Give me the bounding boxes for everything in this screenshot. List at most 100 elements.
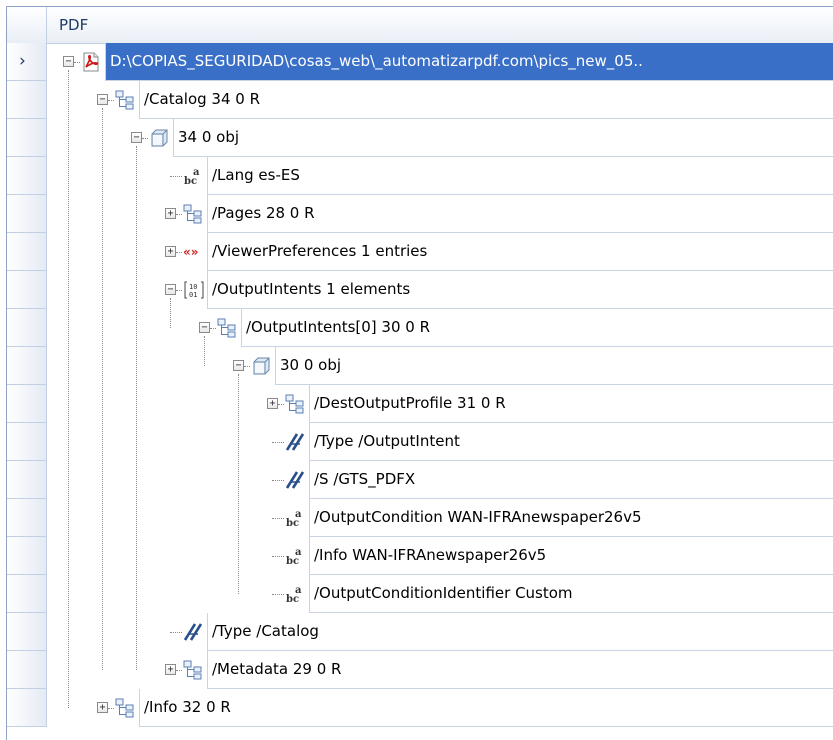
tree-row[interactable]: /Type /Catalog xyxy=(7,613,833,651)
tree-row[interactable]: − /Catalog 34 0 R xyxy=(7,81,833,119)
tree-row[interactable]: + /DestOutputProfile 31 0 R xyxy=(7,385,833,423)
expand-icon[interactable]: + xyxy=(165,208,176,219)
tree-row[interactable]: + /Info 32 0 R xyxy=(7,689,833,727)
row-indicator[interactable] xyxy=(7,195,47,233)
tree-node-label: 34 0 obj xyxy=(178,128,240,146)
tree-row[interactable]: a bc/Lang es-ES xyxy=(7,157,833,195)
tree-guide-line xyxy=(136,146,137,670)
tree-row[interactable]: + /Metadata 29 0 R xyxy=(7,651,833,689)
current-row-arrow-icon: › xyxy=(19,51,26,71)
expand-icon[interactable]: + xyxy=(267,398,278,409)
tree-node-label: /S /GTS_PDFX xyxy=(314,470,416,488)
array-icon: 10 01 xyxy=(183,280,204,300)
expand-icon[interactable]: + xyxy=(165,246,176,257)
tree-node-cell[interactable]: /OutputConditionIdentifier Custom xyxy=(309,575,833,613)
tree-node-cell[interactable]: /Lang es-ES xyxy=(207,157,833,195)
tree-connector xyxy=(74,62,80,63)
tree-connector xyxy=(272,594,284,595)
tree-node-cell[interactable]: /S /GTS_PDFX xyxy=(309,461,833,499)
collapse-icon[interactable]: − xyxy=(63,56,74,67)
svg-text:10: 10 xyxy=(189,283,197,291)
name-icon xyxy=(285,470,305,490)
tree-node-label: /DestOutputProfile 31 0 R xyxy=(314,394,506,412)
tree-guide-line xyxy=(238,374,239,594)
tree-row[interactable]: › − D:\COPIAS_SEGURIDAD\cosas_web\_automat… xyxy=(7,43,833,81)
tree-node-label: /Info WAN-IFRAnewspaper26v5 xyxy=(314,546,547,564)
tree-row[interactable]: − /OutputIntents[0] 30 0 R xyxy=(7,309,833,347)
tree-node-label: /OutputIntents 1 elements xyxy=(212,280,411,298)
row-indicator[interactable] xyxy=(7,81,47,119)
name-icon xyxy=(285,432,305,452)
collapse-icon[interactable]: − xyxy=(233,360,244,371)
tree-connector xyxy=(176,290,182,291)
row-indicator[interactable]: › xyxy=(7,43,47,81)
column-header[interactable]: PDF xyxy=(7,7,833,44)
tree-node-cell[interactable]: 34 0 obj xyxy=(173,119,833,157)
tree-row[interactable]: /S /GTS_PDFX xyxy=(7,461,833,499)
tree-connector xyxy=(272,518,284,519)
tree-connector xyxy=(170,632,182,633)
row-indicator[interactable] xyxy=(7,461,47,499)
tree-row[interactable]: a bc/OutputCondition WAN-IFRAnewspaper26v… xyxy=(7,499,833,537)
row-indicator[interactable] xyxy=(7,689,47,727)
row-indicator[interactable] xyxy=(7,347,47,385)
object-cube-icon xyxy=(251,356,271,376)
tree-node-cell[interactable]: /Type /OutputIntent xyxy=(309,423,833,461)
row-indicator[interactable] xyxy=(7,651,47,689)
collapse-icon[interactable]: − xyxy=(199,322,210,333)
row-indicator[interactable] xyxy=(7,119,47,157)
tree-node-label: /OutputCondition WAN-IFRAnewspaper26v5 xyxy=(314,508,642,526)
dictionary-icon: «» xyxy=(183,242,203,262)
tree-node-cell[interactable]: /OutputCondition WAN-IFRAnewspaper26v5 xyxy=(309,499,833,537)
tree-node-label: /Metadata 29 0 R xyxy=(212,660,342,678)
tree-connector xyxy=(278,404,284,405)
row-indicator[interactable] xyxy=(7,575,47,613)
expand-icon[interactable]: + xyxy=(165,664,176,675)
tree-row[interactable]: /Type /OutputIntent xyxy=(7,423,833,461)
string-abc-icon: a bc xyxy=(285,584,305,605)
pdf-tree-view[interactable]: PDF › − D:\COPIAS_SEGURIDAD\cosas_web\_aut… xyxy=(6,6,833,740)
tree-row[interactable]: + «» /ViewerPreferences 1 entries xyxy=(7,233,833,271)
tree-row[interactable]: a bc/OutputConditionIdentifier Custom xyxy=(7,575,833,613)
string-abc-icon: a bc xyxy=(285,546,305,567)
tree-row[interactable]: + /Pages 28 0 R xyxy=(7,195,833,233)
collapse-icon[interactable]: − xyxy=(97,94,108,105)
tree-node-label: /Lang es-ES xyxy=(212,166,300,184)
tree-node-cell[interactable]: /Metadata 29 0 R xyxy=(207,651,833,689)
tree-row[interactable]: − 34 0 obj xyxy=(7,119,833,157)
tree-connector xyxy=(244,366,250,367)
row-indicator[interactable] xyxy=(7,499,47,537)
header-corner xyxy=(7,7,47,43)
column-header-title: PDF xyxy=(59,16,89,34)
string-abc-icon: a bc xyxy=(183,166,203,187)
tree-node-cell[interactable]: /ViewerPreferences 1 entries xyxy=(207,233,833,271)
tree-node-cell[interactable]: /DestOutputProfile 31 0 R xyxy=(309,385,833,423)
row-indicator[interactable] xyxy=(7,537,47,575)
row-indicator[interactable] xyxy=(7,423,47,461)
tree-node-label: D:\COPIAS_SEGURIDAD\cosas_web\_automatiz… xyxy=(110,52,643,70)
expand-icon[interactable]: + xyxy=(97,702,108,713)
row-indicator[interactable] xyxy=(7,233,47,271)
collapse-icon[interactable]: − xyxy=(165,284,176,295)
tree-row[interactable]: −10 01/OutputIntents 1 elements xyxy=(7,271,833,309)
tree-node-cell[interactable]: /Type /Catalog xyxy=(207,613,833,651)
tree-node-cell[interactable]: D:\COPIAS_SEGURIDAD\cosas_web\_automatiz… xyxy=(105,43,833,81)
row-indicator[interactable] xyxy=(7,157,47,195)
tree-node-cell[interactable]: 30 0 obj xyxy=(275,347,833,385)
tree-connector xyxy=(108,708,114,709)
tree-connector xyxy=(176,670,182,671)
row-indicator[interactable] xyxy=(7,271,47,309)
tree-node-cell[interactable]: /Info WAN-IFRAnewspaper26v5 xyxy=(309,537,833,575)
tree-row[interactable]: a bc/Info WAN-IFRAnewspaper26v5 xyxy=(7,537,833,575)
tree-node-cell[interactable]: /OutputIntents[0] 30 0 R xyxy=(241,309,833,347)
tree-row[interactable]: − 30 0 obj xyxy=(7,347,833,385)
tree-node-cell[interactable]: /Info 32 0 R xyxy=(139,689,833,727)
reference-icon xyxy=(183,660,203,680)
tree-node-cell[interactable]: /OutputIntents 1 elements xyxy=(207,271,833,309)
tree-node-cell[interactable]: /Catalog 34 0 R xyxy=(139,81,833,119)
row-indicator[interactable] xyxy=(7,309,47,347)
row-indicator[interactable] xyxy=(7,613,47,651)
row-indicator[interactable] xyxy=(7,385,47,423)
collapse-icon[interactable]: − xyxy=(131,132,142,143)
tree-node-cell[interactable]: /Pages 28 0 R xyxy=(207,195,833,233)
